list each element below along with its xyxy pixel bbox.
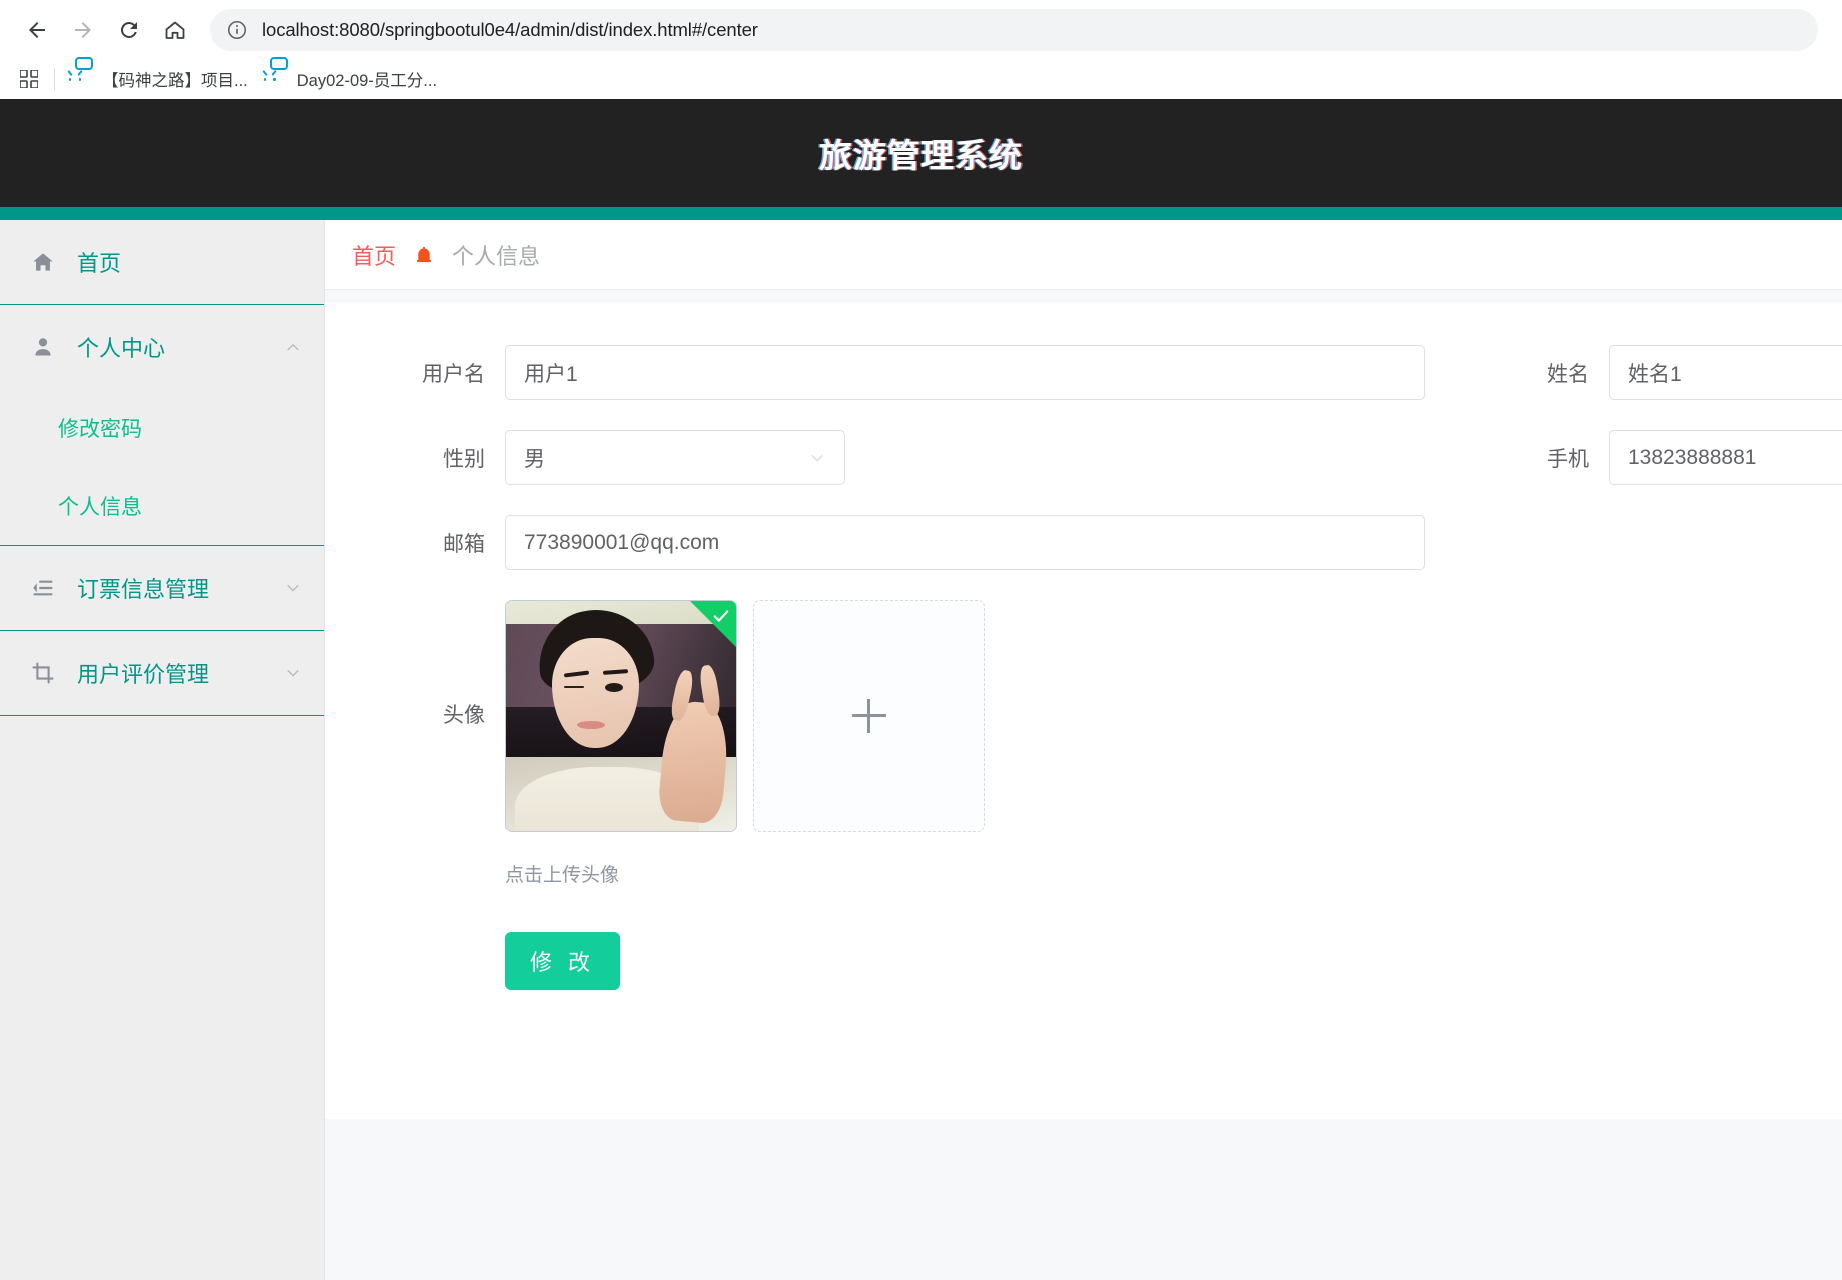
field-phone: 手机 13823888881 xyxy=(845,430,1842,485)
phone-input[interactable]: 13823888881 xyxy=(1609,430,1842,485)
apps-grid-icon[interactable] xyxy=(14,65,44,93)
forward-arrow-icon xyxy=(71,18,95,42)
sidebar-item-change-password[interactable]: 修改密码 xyxy=(0,389,324,467)
username-input[interactable]: 用户1 xyxy=(505,345,1425,400)
content-area: 首页 个人信息 用户名 用户1 姓名 姓名1 xyxy=(325,220,1842,1280)
breadcrumb-home-link[interactable]: 首页 xyxy=(352,239,396,271)
form-row-2: 性别 男 手机 13823888881 xyxy=(325,430,1842,515)
field-label-avatar: 头像 xyxy=(387,600,485,832)
field-label-email: 邮箱 xyxy=(387,528,485,558)
crop-icon xyxy=(30,660,56,686)
form-row-1: 用户名 用户1 姓名 姓名1 xyxy=(325,345,1842,430)
realname-input[interactable]: 姓名1 xyxy=(1609,345,1842,400)
bilibili-icon xyxy=(270,70,288,88)
browser-chrome: localhost:8080/springbootul0e4/admin/dis… xyxy=(0,0,1842,99)
bell-orange-icon xyxy=(413,244,435,266)
save-button[interactable]: 修 改 xyxy=(505,932,620,990)
bookmark-separator xyxy=(54,68,55,90)
field-username: 用户名 用户1 xyxy=(325,345,1425,400)
form-row-3: 邮箱 773890001@qq.com xyxy=(325,515,1842,600)
profile-form-card: 用户名 用户1 姓名 姓名1 性别 男 xyxy=(325,303,1842,1119)
gender-select[interactable]: 男 xyxy=(505,430,845,485)
sidebar-item-label: 用户评价管理 xyxy=(77,657,284,689)
sidebar-item-label: 个人中心 xyxy=(77,331,284,363)
sidebar-item-personal-center[interactable]: 个人中心 xyxy=(0,305,324,389)
info-circle-icon[interactable] xyxy=(226,19,248,41)
bookmark-label: Day02-09-员工分... xyxy=(297,67,437,91)
app-body: 首页 个人中心 修改密码 个人信息 xyxy=(0,220,1842,1280)
chevron-down-icon[interactable] xyxy=(808,449,826,467)
address-bar[interactable]: localhost:8080/springbootul0e4/admin/dis… xyxy=(210,9,1818,51)
field-gender: 性别 男 xyxy=(325,430,845,485)
app-header: 旅游管理系统 xyxy=(0,99,1842,207)
field-realname: 姓名 姓名1 xyxy=(1425,345,1842,400)
field-avatar: 头像 xyxy=(325,600,1842,832)
address-bar-url[interactable]: localhost:8080/springbootul0e4/admin/dis… xyxy=(262,19,758,41)
field-label-realname: 姓名 xyxy=(1491,358,1589,388)
plus-icon xyxy=(852,699,886,733)
home-solid-icon xyxy=(30,249,56,275)
list-indent-icon xyxy=(30,575,56,601)
avatar-uploader xyxy=(505,600,985,832)
app-title: 旅游管理系统 xyxy=(819,129,1023,177)
sidebar: 首页 个人中心 修改密码 个人信息 xyxy=(0,220,325,1280)
sidebar-item-ticket-management[interactable]: 订票信息管理 xyxy=(0,546,324,630)
back-arrow-icon xyxy=(25,18,49,42)
avatar-add-button[interactable] xyxy=(753,600,985,832)
sidebar-item-label: 首页 xyxy=(77,246,302,278)
bookmark-item[interactable]: 【码神之路】项目... xyxy=(67,64,256,94)
sidebar-subitem-label: 修改密码 xyxy=(58,413,142,443)
sidebar-item-label: 订票信息管理 xyxy=(77,572,284,604)
field-label-username: 用户名 xyxy=(387,358,485,388)
field-email: 邮箱 773890001@qq.com xyxy=(325,515,1425,570)
breadcrumb-current: 个人信息 xyxy=(452,239,540,271)
user-solid-icon xyxy=(30,334,56,360)
field-label-phone: 手机 xyxy=(1491,443,1589,473)
gender-select-value: 男 xyxy=(524,443,545,473)
sidebar-subitem-label: 个人信息 xyxy=(58,491,142,521)
browser-toolbar: localhost:8080/springbootul0e4/admin/dis… xyxy=(0,0,1842,59)
sidebar-item-user-review-management[interactable]: 用户评价管理 xyxy=(0,631,324,715)
forward-button[interactable] xyxy=(60,7,106,53)
check-icon xyxy=(711,606,731,626)
email-input[interactable]: 773890001@qq.com xyxy=(505,515,1425,570)
breadcrumb: 首页 个人信息 xyxy=(325,220,1842,290)
sidebar-item-personal-info[interactable]: 个人信息 xyxy=(0,467,324,545)
submit-row: 修 改 xyxy=(325,932,1842,990)
home-icon xyxy=(163,18,187,42)
sidebar-group-user-review-management: 用户评价管理 xyxy=(0,631,324,716)
bookmark-label: 【码神之路】项目... xyxy=(102,67,248,91)
avatar-upload-hint: 点击上传头像 xyxy=(325,860,1842,887)
header-accent-bar xyxy=(0,207,1842,220)
reload-icon xyxy=(117,18,141,42)
chevron-down-icon[interactable] xyxy=(284,664,302,682)
avatar-thumbnail[interactable] xyxy=(505,600,737,832)
bookmarks-bar: 【码神之路】项目... Day02-09-员工分... xyxy=(0,59,1842,99)
bilibili-icon xyxy=(75,70,93,88)
sidebar-group-home: 首页 xyxy=(0,220,324,305)
bookmark-item[interactable]: Day02-09-员工分... xyxy=(262,64,445,94)
application-root: 旅游管理系统 首页 个人中心 xyxy=(0,99,1842,1280)
sidebar-group-personal-center: 个人中心 修改密码 个人信息 xyxy=(0,305,324,546)
sidebar-item-home[interactable]: 首页 xyxy=(0,220,324,304)
home-button[interactable] xyxy=(152,7,198,53)
back-button[interactable] xyxy=(14,7,60,53)
sidebar-group-ticket-management: 订票信息管理 xyxy=(0,546,324,631)
chevron-up-icon[interactable] xyxy=(284,338,302,356)
reload-button[interactable] xyxy=(106,7,152,53)
field-label-gender: 性别 xyxy=(387,443,485,473)
chevron-down-icon[interactable] xyxy=(284,579,302,597)
